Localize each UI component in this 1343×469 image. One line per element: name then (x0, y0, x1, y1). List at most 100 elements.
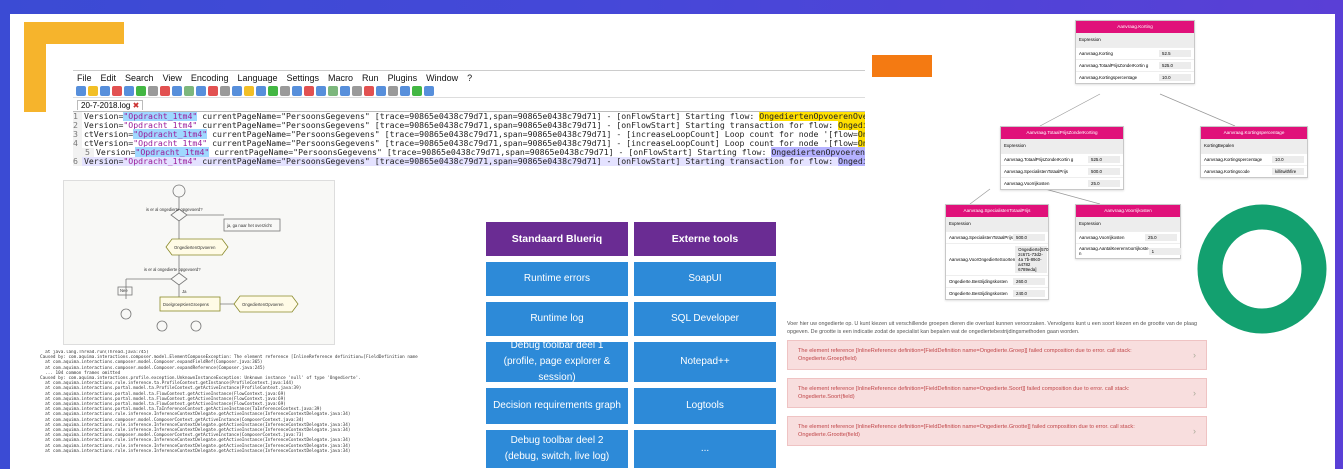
attribute-value: 500.0 (1088, 168, 1120, 175)
toolbar-button-icon[interactable] (376, 85, 386, 96)
cell-line: Runtime errors (523, 273, 591, 284)
decision-node[interactable]: Aanvraag.Voorrijkosten Expression Aanvraag… (1075, 204, 1181, 259)
menu-item-macro[interactable]: Macro (328, 73, 353, 84)
toolbar-button-icon[interactable] (124, 85, 134, 96)
toolbar-button-icon[interactable] (160, 85, 170, 96)
close-icon[interactable]: ✖ (133, 101, 140, 110)
log-message: currentPageName="PersoonsGegevens" [trac… (197, 156, 839, 166)
error-message[interactable]: The element reference [InlineReference d… (787, 416, 1207, 446)
decision-node-title: Aanvraag.TotaalPrijsZonderKorting (1001, 127, 1123, 139)
error-message[interactable]: The element reference [InlineReference d… (787, 378, 1207, 408)
decision-node-row: Aanvraag.SpecialistenTotaalPrijs 500.0 (946, 231, 1048, 243)
chevron-right-icon[interactable]: › (1193, 389, 1196, 398)
decision-node-expression: Expression (1001, 139, 1123, 153)
flow-label-5: Nee (120, 288, 128, 293)
toolbar-button-icon[interactable] (88, 85, 98, 96)
toolbar-button-icon[interactable] (136, 85, 146, 96)
decision-node[interactable]: Aanvraag.TotaalPrijsZonderKorting Express… (1000, 126, 1124, 190)
attribute-value: 10.0 (1272, 156, 1304, 163)
line-number: 6 (73, 157, 82, 166)
cell-line: Debug toolbar deel 2 (510, 435, 604, 446)
flow-label-7: DoelgroepKiesGroepens (163, 302, 209, 307)
menu-item-window[interactable]: Window (426, 73, 458, 84)
menu-item-q[interactable]: ? (467, 73, 472, 84)
menu-item-view[interactable]: View (163, 73, 182, 84)
decision-node[interactable]: Aanvraag.Kortingspercentage KortingBepale… (1200, 126, 1308, 178)
menu-item-encoding[interactable]: Encoding (191, 73, 229, 84)
table-cell-standard: Debug toolbar deel 1 (profile, page explo… (486, 340, 628, 383)
attribute-name: Aanvraag.Korting (1079, 51, 1113, 56)
flow-label-2: ja, ga naar het overzicht (226, 223, 273, 228)
menu-item-language[interactable]: Language (237, 73, 277, 84)
chevron-right-icon[interactable]: › (1193, 427, 1196, 436)
stack-trace: at java.lang.Thread.run(Thread.java:745)… (40, 350, 418, 454)
toolbar-button-icon[interactable] (100, 85, 110, 96)
log-app-name: "Opdracht_1tm4" (123, 156, 198, 166)
flow-label-8: OngediertenOpvoeren (242, 302, 284, 307)
menu-item-search[interactable]: Search (125, 73, 154, 84)
decision-node-row: Aanvraag.Kortingscode killitwithfire (1201, 165, 1307, 177)
decision-node-row: Aanvraag.Voorrijkosten 25.0 (1076, 231, 1180, 243)
log-line[interactable]: 6 Version="Opdracht_1tm4" currentPageName… (73, 156, 865, 166)
toolbar-button-icon[interactable] (412, 85, 422, 96)
toolbar-button-icon[interactable] (112, 85, 122, 96)
toolbar-button-icon[interactable] (340, 85, 350, 96)
decision-node-row: Aanvraag.SpecialistenTotaalPrijs 500.0 (1001, 165, 1123, 177)
toolbar-button-icon[interactable] (268, 85, 278, 96)
toolbar-button-icon[interactable] (364, 85, 374, 96)
line-number: 4 (73, 139, 82, 148)
attribute-name: Ongedierte.Bestrijdingskosten (949, 291, 1008, 296)
chevron-right-icon[interactable]: › (1193, 351, 1196, 360)
table-cell-external: SQL Developer (634, 302, 776, 336)
menu-bar: File Edit Search View Encoding Language Settin… (73, 71, 865, 84)
menu-item-run[interactable]: Run (362, 73, 379, 84)
toolbar-button-icon[interactable] (280, 85, 290, 96)
decision-node-row: Aanvraag.TotaalPrijsZonderKortin g 525.0 (1076, 59, 1194, 71)
toolbar-button-icon[interactable] (352, 85, 362, 96)
decision-node[interactable]: Aanvraag.SpecialistenTotaalPrijs Expressi… (945, 204, 1049, 300)
error-text: The element reference [InlineReference d… (798, 386, 1130, 400)
attribute-name: Ongedierte.Bestrijdingskosten (949, 279, 1008, 284)
toolbar-button-icon[interactable] (148, 85, 158, 96)
attribute-name: Aanvraag.SpecialistenTotaalPrijs (1004, 169, 1068, 174)
attribute-value: 500.0 (1013, 234, 1045, 241)
attribute-value: 52.5 (1159, 50, 1191, 57)
decision-node[interactable]: Aanvraag.Korting Expression Aanvraag.Korti… (1075, 20, 1195, 84)
toolbar-button-icon[interactable] (220, 85, 230, 96)
log-editor[interactable]: 1 Version="Opdracht_1tm4" currentPageName… (73, 112, 865, 166)
menu-item-plugins[interactable]: Plugins (388, 73, 418, 84)
table-row: Debug toolbar deel 2 (debug, switch, live… (486, 430, 776, 468)
toolbar-button-icon[interactable] (292, 85, 302, 96)
table-cell-external: SoapUI (634, 262, 776, 296)
decision-node-expression: Expression (946, 217, 1048, 231)
menu-item-edit[interactable]: Edit (101, 73, 117, 84)
toolbar-button-icon[interactable] (76, 85, 86, 96)
notepad-window: File Edit Search View Encoding Language Settin… (73, 70, 865, 176)
toolbar-button-icon[interactable] (328, 85, 338, 96)
toolbar-button-icon[interactable] (232, 85, 242, 96)
error-message[interactable]: The element reference [InlineReference d… (787, 340, 1207, 370)
toolbar-button-icon[interactable] (172, 85, 182, 96)
decision-node-row: Ongedierte.Bestrijdingskosten 260.0 (946, 275, 1048, 287)
table-cell-standard: Decision requirements graph (486, 388, 628, 424)
attribute-value: 260.0 (1013, 278, 1045, 285)
toolbar-button-icon[interactable] (400, 85, 410, 96)
decision-node-row: Aanvraag.TotaalPrijsZonderKortin g 525.0 (1001, 153, 1123, 165)
toolbar-button-icon[interactable] (256, 85, 266, 96)
menu-item-settings[interactable]: Settings (287, 73, 320, 84)
decision-node-title: Aanvraag.Korting (1076, 21, 1194, 33)
attribute-name: Aanvraag.AantalKeerenVoorrijkoste n (1079, 246, 1149, 256)
toolbar-button-icon[interactable] (388, 85, 398, 96)
toolbar-button-icon[interactable] (316, 85, 326, 96)
attribute-value: 25.0 (1145, 234, 1177, 241)
toolbar-button-icon[interactable] (208, 85, 218, 96)
toolbar-button-icon[interactable] (424, 85, 434, 96)
toolbar-button-icon[interactable] (196, 85, 206, 96)
file-tab[interactable]: 20-7-2018.log ✖ (77, 99, 144, 110)
attribute-name: Aanvraag.Kortingspercentage (1079, 75, 1138, 80)
toolbar-button-icon[interactable] (304, 85, 314, 96)
toolbar-button-icon[interactable] (244, 85, 254, 96)
menu-item-file[interactable]: File (77, 73, 92, 84)
decision-node-row: Aanvraag.Korting 52.5 (1076, 47, 1194, 59)
toolbar-button-icon[interactable] (184, 85, 194, 96)
